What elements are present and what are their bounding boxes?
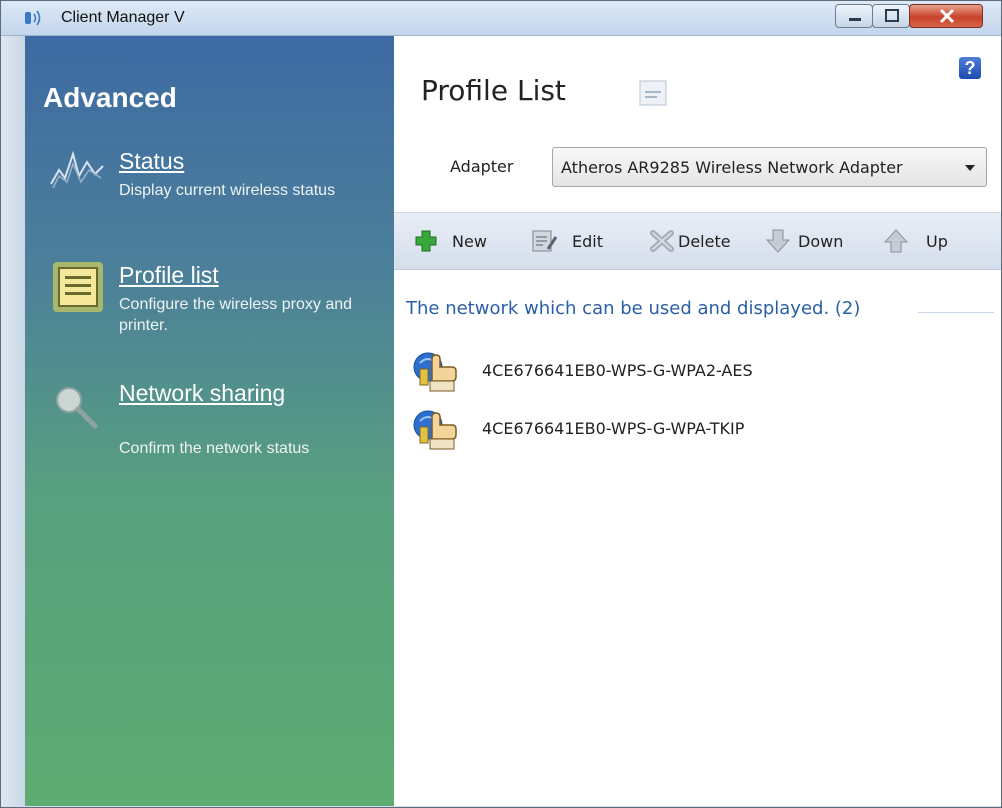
minimize-button[interactable] — [835, 4, 873, 28]
status-graph-icon — [50, 150, 104, 189]
maximize-icon — [885, 9, 899, 22]
up-button[interactable]: Up — [882, 227, 962, 255]
add-icon — [415, 230, 437, 252]
main-panel: Profile List ? Adapter Atheros AR9285 Wi… — [394, 36, 1001, 806]
profile-name: 4CE676641EB0-WPS-G-WPA2-AES — [482, 361, 753, 380]
delete-button[interactable]: Delete — [648, 227, 748, 255]
sidebar-heading: Advanced — [43, 82, 177, 113]
profile-name: 4CE676641EB0-WPS-G-WPA-TKIP — [482, 419, 745, 438]
app-window: Client Manager V Advanced Status Display… — [0, 0, 1002, 808]
sidebar-item-description: Confirm the network status — [119, 440, 310, 457]
document-icon — [639, 80, 667, 106]
window-title: Client Manager V — [61, 9, 185, 26]
new-label: New — [452, 232, 487, 251]
edit-icon — [532, 230, 558, 252]
down-label: Down — [798, 232, 844, 251]
title-bar[interactable]: Client Manager V — [1, 1, 1001, 36]
edit-button[interactable]: Edit — [530, 227, 620, 255]
sidebar-item-network-sharing[interactable]: Network sharing Confirm the network stat… — [25, 376, 394, 466]
maximize-button[interactable] — [872, 4, 910, 28]
window-frame-edge — [1, 36, 25, 806]
minimize-icon — [849, 18, 861, 21]
wireless-profile-icon — [413, 352, 457, 392]
sidebar-item-description: Display current wireless status — [119, 182, 336, 199]
profile-toolbar: New Edit Delete Down Up — [394, 212, 1001, 270]
section-divider — [918, 312, 994, 313]
sidebar-item-label[interactable]: Profile list — [119, 262, 219, 289]
wireless-profile-icon — [413, 410, 457, 450]
chevron-down-icon — [965, 165, 975, 171]
arrow-down-icon — [765, 229, 791, 253]
magnifier-icon — [56, 387, 98, 429]
profile-item[interactable]: 4CE676641EB0-WPS-G-WPA2-AES — [412, 349, 972, 395]
sidebar-item-label[interactable]: Status — [119, 148, 184, 175]
close-button[interactable] — [909, 4, 983, 28]
help-button[interactable]: ? — [959, 57, 981, 79]
new-button[interactable]: New — [412, 227, 502, 255]
profile-list-icon — [53, 262, 103, 312]
sidebar-item-profile-list[interactable]: Profile list Configure the wireless prox… — [25, 258, 394, 348]
page-title: Profile List — [421, 74, 566, 107]
adapter-label: Adapter — [450, 157, 514, 176]
delete-icon — [650, 230, 674, 252]
edit-label: Edit — [572, 232, 603, 251]
delete-label: Delete — [678, 232, 731, 251]
down-button[interactable]: Down — [764, 227, 860, 255]
close-icon — [939, 8, 955, 24]
sidebar-item-description: Configure the wireless proxy and printer… — [119, 296, 353, 334]
profile-item[interactable]: 4CE676641EB0-WPS-G-WPA-TKIP — [412, 407, 972, 453]
sidebar-item-status[interactable]: Status Display current wireless status — [25, 142, 394, 232]
section-header: The network which can be used and displa… — [406, 298, 861, 319]
adapter-dropdown[interactable]: Atheros AR9285 Wireless Network Adapter — [552, 147, 987, 187]
adapter-selected-value: Atheros AR9285 Wireless Network Adapter — [561, 158, 903, 177]
up-label: Up — [926, 232, 948, 251]
arrow-up-icon — [883, 229, 909, 253]
wireless-app-icon — [25, 10, 41, 26]
sidebar: Advanced Status Display current wireless… — [25, 36, 394, 806]
sidebar-item-label[interactable]: Network sharing — [119, 380, 285, 407]
